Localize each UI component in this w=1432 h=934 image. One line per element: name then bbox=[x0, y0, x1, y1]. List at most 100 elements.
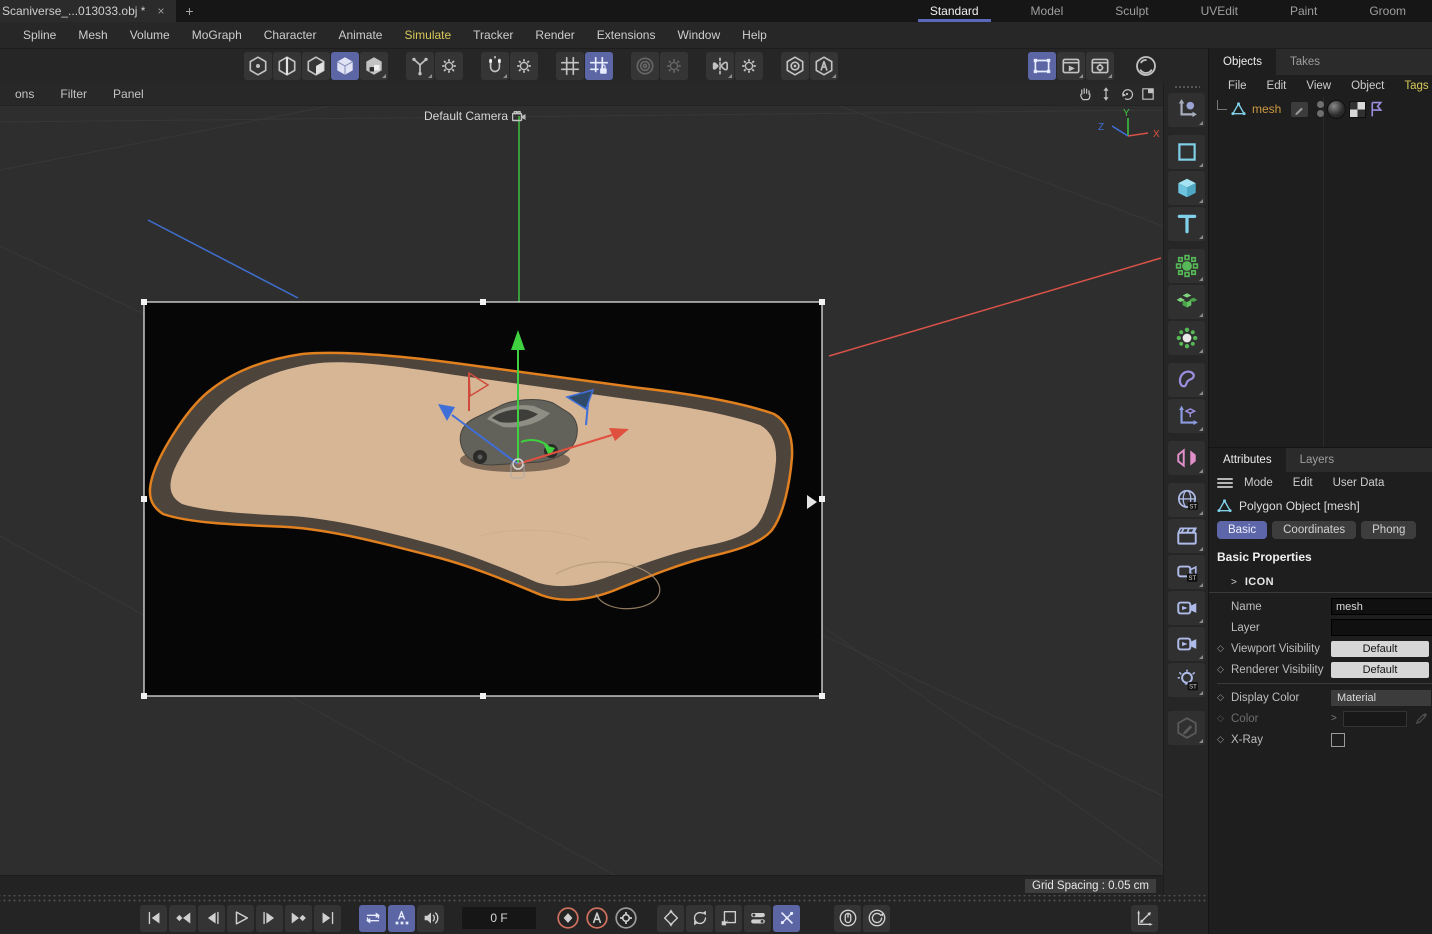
symmetry-button[interactable] bbox=[706, 52, 734, 80]
timeline-scale-button[interactable] bbox=[1131, 905, 1158, 932]
uvw-tag-icon[interactable] bbox=[1349, 101, 1366, 118]
null-axis-button[interactable] bbox=[1168, 399, 1205, 433]
new-tab-button[interactable]: + bbox=[176, 0, 202, 22]
tab-objects[interactable]: Objects bbox=[1209, 49, 1276, 75]
symmetry-settings-button[interactable] bbox=[735, 52, 763, 80]
am-menu-userdata[interactable]: User Data bbox=[1324, 477, 1394, 489]
am-menu-edit[interactable]: Edit bbox=[1284, 477, 1322, 489]
keying-settings-button[interactable] bbox=[612, 905, 639, 932]
texture-mode-button[interactable] bbox=[360, 52, 388, 80]
layout-tab-paint[interactable]: Paint bbox=[1264, 0, 1343, 22]
array-button[interactable] bbox=[1168, 285, 1205, 319]
snap-magnet-button[interactable] bbox=[481, 52, 509, 80]
layer-field[interactable] bbox=[1331, 619, 1432, 636]
viewport-menu-panel[interactable]: Panel bbox=[100, 87, 157, 101]
goto-end-button[interactable] bbox=[314, 905, 341, 932]
tab-attributes[interactable]: Attributes bbox=[1209, 448, 1286, 472]
polygons-mode-button[interactable] bbox=[302, 52, 330, 80]
grid-toggle-button[interactable] bbox=[556, 52, 584, 80]
effector-button[interactable] bbox=[1168, 321, 1205, 355]
display-color-dropdown[interactable]: Material bbox=[1331, 690, 1431, 706]
menu-animate[interactable]: Animate bbox=[327, 28, 393, 42]
render-picture-viewer-button[interactable] bbox=[1057, 52, 1085, 80]
key-pla-button[interactable] bbox=[773, 905, 800, 932]
viewport-canvas[interactable]: Y Z X Default Camera Grid Spacing : 0.05… bbox=[0, 106, 1163, 895]
menu-help[interactable]: Help bbox=[731, 28, 778, 42]
pan-hand-icon[interactable] bbox=[1076, 85, 1094, 103]
icon-section-header[interactable]: > ICON bbox=[1209, 572, 1432, 593]
snap-settings-button[interactable] bbox=[510, 52, 538, 80]
material-tag-icon[interactable] bbox=[1327, 100, 1346, 119]
capsule-button[interactable] bbox=[781, 52, 809, 80]
am-menu-mode[interactable]: Mode bbox=[1235, 477, 1282, 489]
camera-2-button[interactable] bbox=[1168, 627, 1205, 661]
camera-label[interactable]: Default Camera bbox=[424, 109, 526, 123]
render-settings-button[interactable] bbox=[1086, 52, 1114, 80]
layout-tab-groom[interactable]: Groom bbox=[1343, 0, 1432, 22]
maximize-icon[interactable] bbox=[1139, 85, 1157, 103]
points-mode-button[interactable] bbox=[244, 52, 272, 80]
tab-takes[interactable]: Takes bbox=[1276, 49, 1334, 75]
autokey-range-button[interactable] bbox=[388, 905, 415, 932]
material-manager-button[interactable] bbox=[1132, 52, 1160, 80]
timeline-grip[interactable] bbox=[0, 895, 1208, 902]
spline-rect-button[interactable] bbox=[1168, 135, 1205, 169]
viewport-menu-filter[interactable]: Filter bbox=[47, 87, 100, 101]
layout-tab-model[interactable]: Model bbox=[1005, 0, 1090, 22]
key-position-button[interactable] bbox=[657, 905, 684, 932]
color-swatch[interactable] bbox=[1343, 711, 1407, 727]
section-tab-phong[interactable]: Phong bbox=[1361, 521, 1416, 539]
move-tool-button[interactable] bbox=[1168, 93, 1205, 127]
key-parameter-button[interactable] bbox=[744, 905, 771, 932]
close-tab-icon[interactable]: × bbox=[155, 4, 166, 18]
dolly-icon[interactable] bbox=[1097, 85, 1115, 103]
play-button[interactable] bbox=[227, 905, 254, 932]
orbit-icon[interactable] bbox=[1118, 85, 1136, 103]
prev-frame-button[interactable] bbox=[198, 905, 225, 932]
solo-mouse-button[interactable] bbox=[834, 905, 861, 932]
renderer-visibility-dropdown[interactable]: Default bbox=[1331, 662, 1429, 678]
light-button[interactable]: ST bbox=[1168, 663, 1205, 697]
menu-render[interactable]: Render bbox=[524, 28, 585, 42]
object-name[interactable]: mesh bbox=[1252, 102, 1281, 116]
stage-button[interactable] bbox=[1168, 519, 1205, 553]
workplane-settings-button[interactable] bbox=[435, 52, 463, 80]
loop-button[interactable] bbox=[359, 905, 386, 932]
text-object-button[interactable] bbox=[1168, 207, 1205, 241]
layout-tab-sculpt[interactable]: Sculpt bbox=[1089, 0, 1174, 22]
color-expand-chevron[interactable]: > bbox=[1331, 713, 1343, 724]
solo-rotation-button[interactable] bbox=[863, 905, 890, 932]
sound-button[interactable] bbox=[417, 905, 444, 932]
menu-character[interactable]: Character bbox=[253, 28, 328, 42]
prev-key-button[interactable] bbox=[169, 905, 196, 932]
menu-extensions[interactable]: Extensions bbox=[586, 28, 667, 42]
menu-mesh[interactable]: Mesh bbox=[67, 28, 118, 42]
key-scale-button[interactable] bbox=[715, 905, 742, 932]
attribute-manager-menu-icon[interactable] bbox=[1217, 478, 1233, 488]
menu-volume[interactable]: Volume bbox=[119, 28, 181, 42]
section-tab-basic[interactable]: Basic bbox=[1217, 521, 1267, 539]
autokey-button[interactable] bbox=[583, 905, 610, 932]
om-menu-view[interactable]: View bbox=[1297, 80, 1340, 92]
viewport-visibility-dropdown[interactable]: Default bbox=[1331, 641, 1429, 657]
name-field[interactable] bbox=[1331, 598, 1432, 615]
cube-primitive-button[interactable] bbox=[1168, 171, 1205, 205]
sky-button[interactable]: ST bbox=[1168, 483, 1205, 517]
current-frame-field[interactable]: 0 F bbox=[462, 907, 536, 929]
next-frame-button[interactable] bbox=[256, 905, 283, 932]
menu-window[interactable]: Window bbox=[666, 28, 731, 42]
menu-tracker[interactable]: Tracker bbox=[462, 28, 524, 42]
layout-tab-standard[interactable]: Standard bbox=[904, 0, 1005, 22]
eyedropper-icon[interactable] bbox=[1415, 712, 1428, 725]
section-tab-coordinates[interactable]: Coordinates bbox=[1272, 521, 1356, 539]
next-key-button[interactable] bbox=[285, 905, 312, 932]
record-key-button[interactable] bbox=[554, 905, 581, 932]
toolbar-grip[interactable] bbox=[1174, 85, 1200, 90]
layout-tab-uvedit[interactable]: UVEdit bbox=[1175, 0, 1264, 22]
object-tree[interactable]: mesh bbox=[1209, 97, 1432, 447]
goto-start-button[interactable] bbox=[140, 905, 167, 932]
menu-simulate[interactable]: Simulate bbox=[393, 28, 462, 42]
om-menu-file[interactable]: File bbox=[1219, 80, 1256, 92]
isoline-button[interactable] bbox=[631, 52, 659, 80]
document-tab[interactable]: Scaniverse_...013033.obj * × bbox=[0, 0, 176, 22]
